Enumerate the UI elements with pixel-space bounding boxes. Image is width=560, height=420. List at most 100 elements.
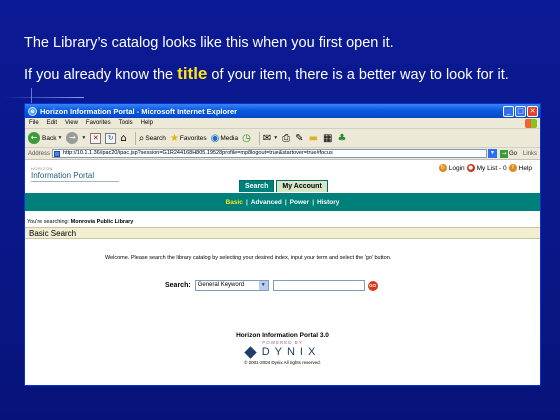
menu-edit[interactable]: Edit <box>47 120 57 126</box>
searching-library: You're searching: Monrovia Public Librar… <box>27 219 133 225</box>
favorites-button[interactable]: ★ Favorites <box>170 133 207 144</box>
media-button[interactable]: ◉ Media <box>211 133 238 144</box>
page-icon <box>54 151 61 157</box>
forward-arrow-icon: → <box>66 132 79 144</box>
media-label: Media <box>220 134 239 142</box>
print-icon: ⎙ <box>282 132 291 144</box>
subnav-history[interactable]: History <box>317 199 339 206</box>
back-label: Back <box>42 134 57 142</box>
dynix-wordmark: DYNIX <box>261 346 321 358</box>
dynix-logo: DYNIX <box>25 345 540 359</box>
subnav-divider: | <box>245 198 248 206</box>
print-button[interactable]: ⎙ <box>282 133 291 144</box>
address-value: http://10.1.1.36/ipac20/ipac.jsp?session… <box>63 150 333 156</box>
subnav-divider: | <box>312 198 315 206</box>
go-arrow-icon: → <box>499 149 508 158</box>
address-label: Address <box>28 150 51 157</box>
menu-favorites[interactable]: Favorites <box>86 120 111 126</box>
search-label: Search <box>145 134 166 142</box>
minimize-icon[interactable]: _ <box>503 105 514 117</box>
caption-highlight-title: title <box>177 64 208 83</box>
browser-toolbar: ← Back ▼ → ▼ ✕ ↻ ⌂ ⌕ Search ★ Favorites … <box>25 129 540 148</box>
footer-powered-by: POWERED BY <box>262 340 303 345</box>
stop-button[interactable]: ✕ <box>90 132 102 144</box>
search-go-button[interactable]: GO <box>367 280 378 291</box>
go-button[interactable]: → Go <box>499 149 517 158</box>
back-button[interactable]: ← Back ▼ <box>28 132 62 144</box>
portal-brand: HORIZON Information Portal <box>31 166 119 182</box>
library-name: Monrovia Public Library <box>70 219 134 225</box>
history-button[interactable]: ◷ <box>242 133 252 144</box>
slide-caption-line2: If you already know the title of your it… <box>24 64 509 84</box>
subnav-power[interactable]: Power <box>290 199 310 206</box>
browser-window: e Horizon Information Portal - Microsoft… <box>24 103 541 386</box>
window-titlebar: e Horizon Information Portal - Microsoft… <box>25 104 540 118</box>
home-icon: ⌂ <box>120 132 127 144</box>
history-icon: ◷ <box>242 132 251 144</box>
portal-page: HORIZON Information Portal ↻ Login ● My … <box>25 160 540 374</box>
favorites-label: Favorites <box>179 134 207 142</box>
help-link[interactable]: Help <box>519 165 532 172</box>
search-icon: ⌕ <box>138 132 145 144</box>
tab-my-account[interactable]: My Account <box>276 180 328 192</box>
discuss-icon: ▦ <box>323 132 333 144</box>
search-term-input[interactable] <box>272 280 365 291</box>
forward-button[interactable]: → ▼ <box>66 132 86 144</box>
mylist-icon: ● <box>466 164 475 172</box>
caption-line2-post: of your item, there is a better way to l… <box>207 67 509 83</box>
chevron-down-icon: ▼ <box>258 281 268 290</box>
portal-footer: Horizon Information Portal 3.0 POWERED B… <box>25 332 540 365</box>
media-icon: ◉ <box>210 132 220 144</box>
login-icon: ↻ <box>438 164 447 172</box>
folder-button[interactable]: ▬ <box>309 133 319 144</box>
welcome-text: Welcome. Please search the library catal… <box>105 255 392 261</box>
messenger-button[interactable]: ♣ <box>337 133 347 144</box>
menu-view[interactable]: View <box>65 120 78 126</box>
menu-file[interactable]: File <box>29 120 39 126</box>
portal-tabs: Search My Account <box>239 180 330 192</box>
account-links: ↻ Login ● My List - 0 ? Help <box>437 164 532 172</box>
ie-logo-icon: e <box>28 106 37 116</box>
login-link[interactable]: Login <box>449 165 465 172</box>
toolbar-divider <box>258 131 260 145</box>
refresh-icon: ↻ <box>105 132 117 144</box>
section-title: Basic Search <box>25 227 540 239</box>
links-button[interactable]: Links <box>523 151 537 157</box>
home-button[interactable]: ⌂ <box>120 133 127 144</box>
menu-bar: File Edit View Favorites Tools Help <box>25 118 540 129</box>
mail-button[interactable]: ✉ ▼ <box>263 133 278 144</box>
subnav-divider: | <box>284 198 287 206</box>
go-label: Go <box>508 150 517 157</box>
search-label: Search: <box>165 282 191 289</box>
dynix-mark-icon <box>243 345 257 359</box>
slide-caption-line1: The Library’s catalog looks like this wh… <box>24 35 394 51</box>
search-index-value: General Keyword <box>197 282 245 288</box>
discuss-button[interactable]: ▦ <box>323 133 333 144</box>
footer-copyright: © 2001-2004 Dynix All rights reserved. <box>244 360 321 365</box>
search-button[interactable]: ⌕ Search <box>139 133 166 144</box>
caption-line2-pre: If you already know the <box>24 67 178 83</box>
address-dropdown-icon[interactable]: ▼ <box>487 149 497 158</box>
decorative-line-horizontal <box>4 97 84 98</box>
edit-button[interactable]: ✎ <box>295 133 304 144</box>
address-bar: Address http://10.1.1.36/ipac20/ipac.jsp… <box>25 148 540 160</box>
refresh-button[interactable]: ↻ <box>105 132 117 144</box>
toolbar-divider <box>134 131 136 145</box>
mylist-link[interactable]: My List - 0 <box>477 165 507 172</box>
subnav-advanced[interactable]: Advanced <box>251 199 282 206</box>
brand-title: Information Portal <box>31 171 119 182</box>
menu-tools[interactable]: Tools <box>119 120 133 126</box>
tab-search[interactable]: Search <box>239 180 275 192</box>
search-index-select[interactable]: General Keyword ▼ <box>194 280 269 291</box>
chevron-down-icon: ▼ <box>57 135 63 141</box>
folder-icon: ▬ <box>308 132 319 144</box>
window-title: Horizon Information Portal - Microsoft I… <box>40 106 238 116</box>
chevron-down-icon: ▼ <box>81 135 87 141</box>
close-icon[interactable]: ✕ <box>527 105 538 117</box>
back-arrow-icon: ← <box>28 132 40 144</box>
subnav-basic[interactable]: Basic <box>226 199 243 206</box>
maximize-icon[interactable]: □ <box>515 105 526 117</box>
windows-flag-icon <box>525 119 537 128</box>
address-input[interactable]: http://10.1.1.36/ipac20/ipac.jsp?session… <box>52 149 487 158</box>
menu-help[interactable]: Help <box>141 120 153 126</box>
